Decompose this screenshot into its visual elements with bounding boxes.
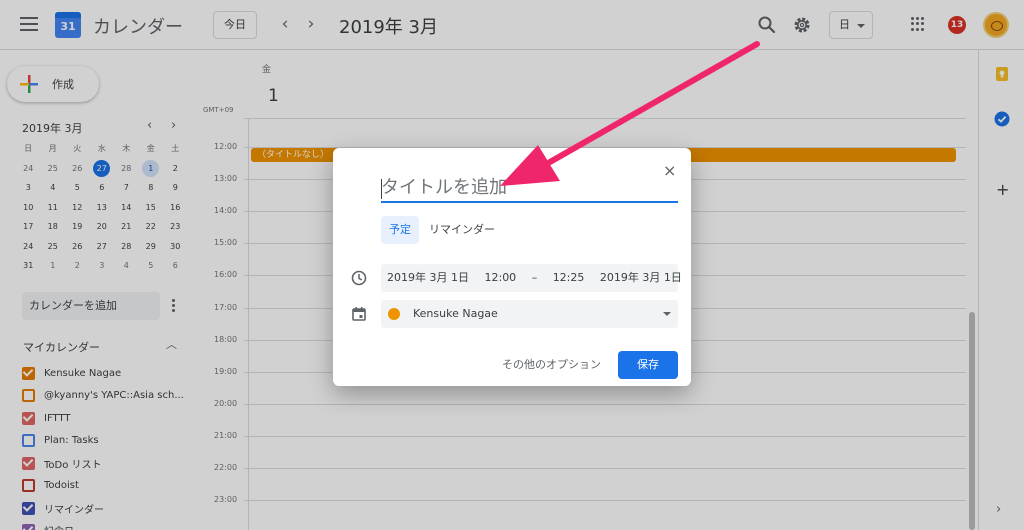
tab-event[interactable]: 予定 <box>381 216 419 244</box>
text-cursor <box>381 179 382 199</box>
more-options-button[interactable]: その他のオプション <box>502 356 601 372</box>
end-time[interactable]: 12:25 <box>553 271 585 284</box>
calendar-color-dot <box>388 308 400 320</box>
save-button[interactable]: 保存 <box>618 351 678 379</box>
time-range-dash: – <box>531 271 538 284</box>
start-time[interactable]: 12:00 <box>484 271 516 284</box>
calendar-icon <box>352 307 366 321</box>
calendar-select[interactable]: Kensuke Nagae <box>381 300 678 328</box>
quick-create-dialog: × 予定 リマインダー 2019年 3月 1日 12:00 – 12:25 20… <box>333 148 691 386</box>
calendar-select-value: Kensuke Nagae <box>413 307 498 320</box>
event-title-input[interactable] <box>381 173 678 203</box>
date-time-row[interactable]: 2019年 3月 1日 12:00 – 12:25 2019年 3月 1日 <box>381 264 682 292</box>
start-date[interactable]: 2019年 3月 1日 <box>387 271 469 284</box>
end-date[interactable]: 2019年 3月 1日 <box>600 271 682 284</box>
tab-reminder[interactable]: リマインダー <box>421 216 503 244</box>
clock-icon <box>351 270 367 286</box>
dropdown-caret-icon <box>663 312 671 316</box>
